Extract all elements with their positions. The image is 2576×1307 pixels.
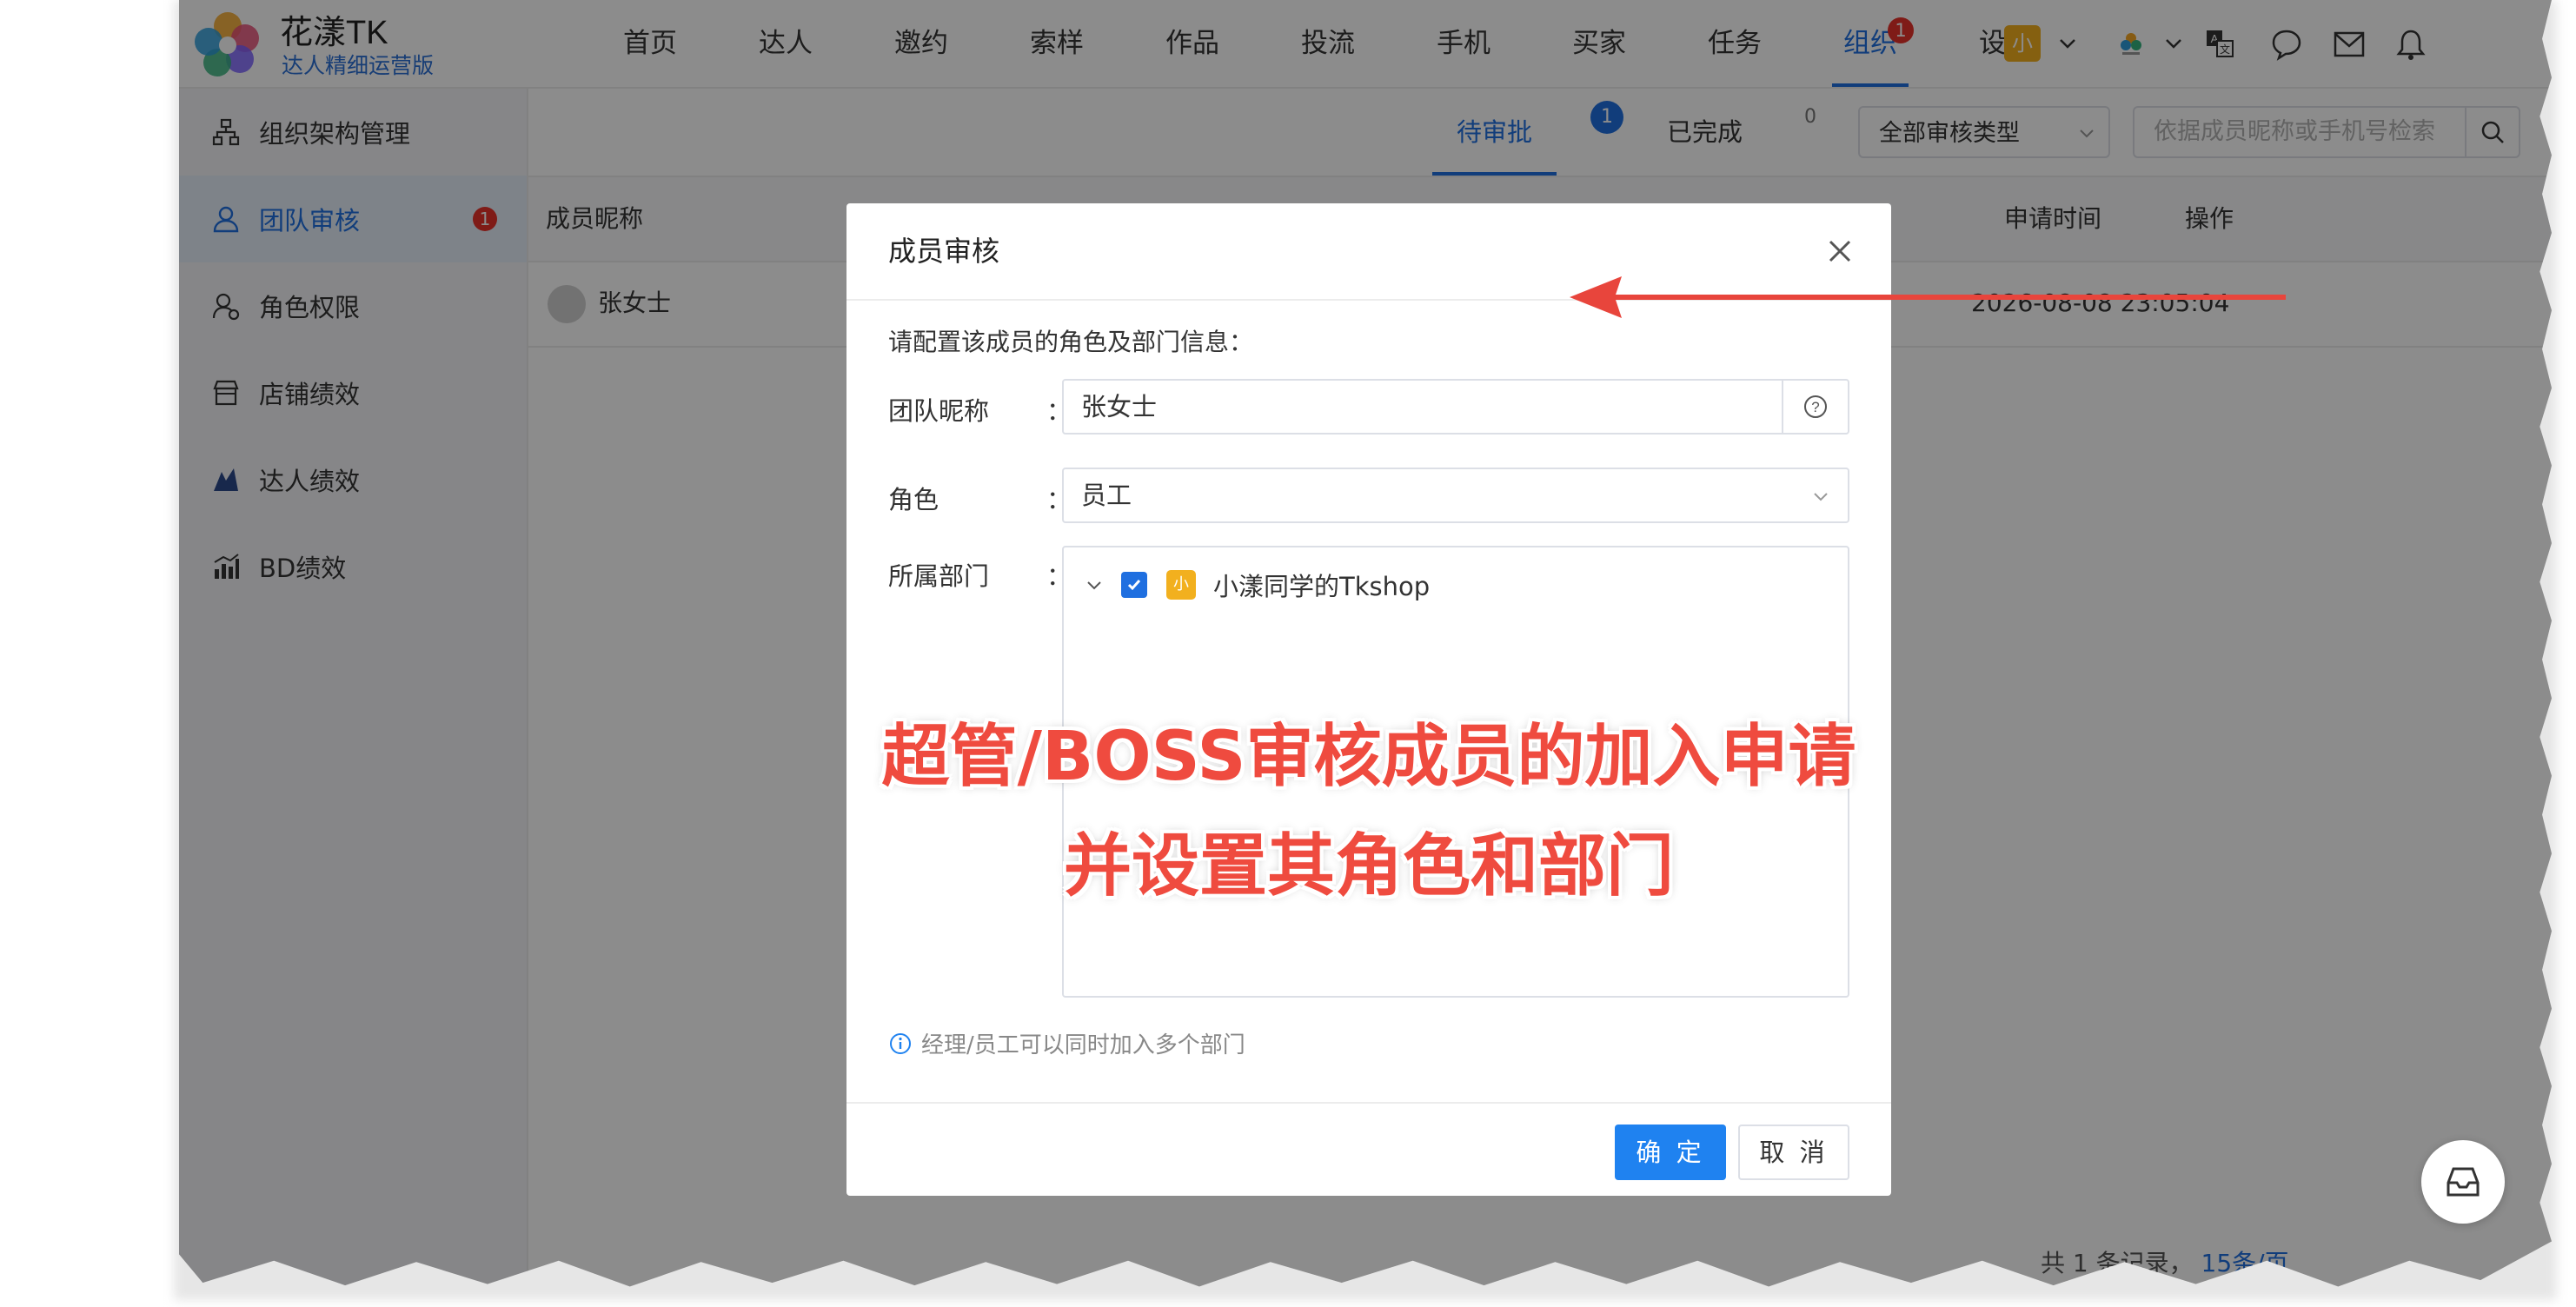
app-window: 花漾TK 达人精细运营版 首页 达人 邀约 索样 作品 投流 手机 买家 任务 … — [179, 0, 2552, 1287]
inbox-float-button[interactable] — [2421, 1140, 2505, 1224]
annotation-arrow — [1570, 276, 2286, 318]
inbox-icon — [2447, 1167, 2480, 1197]
